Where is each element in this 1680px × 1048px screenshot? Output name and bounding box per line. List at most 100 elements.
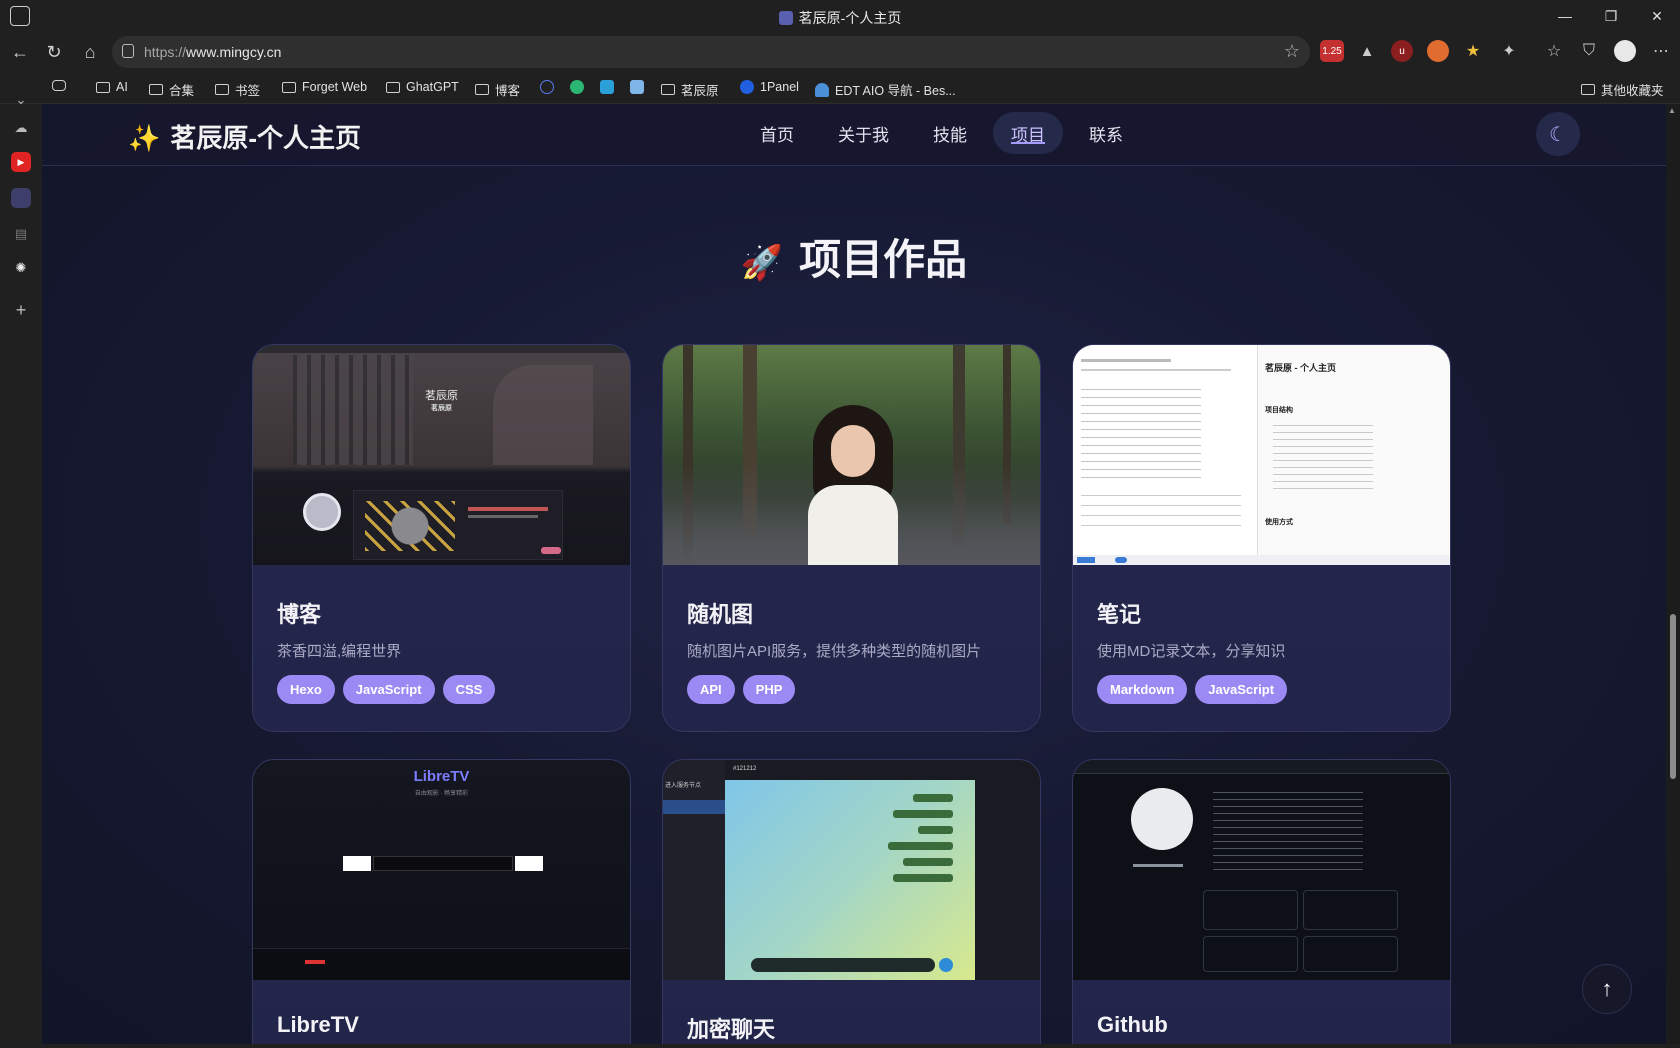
project-tags: Markdown JavaScript [1097,675,1288,704]
folder-icon [96,81,110,93]
bookmark-label: 其他收藏夹 [1601,84,1664,98]
project-card-encrypted-chat[interactable]: 进入服务节点 #121212 加密聊天 [662,759,1041,1044]
bookmark-leaf-icon[interactable] [570,80,584,94]
extension-mountain-icon[interactable]: ▲ [1356,40,1378,62]
site-app-icon[interactable] [11,188,31,208]
web-viewport: ✨ 茗辰原-个人主页 首页 关于我 技能 项目 联系 ☾ 🚀 项目作品 茗辰原 茗辰… [42,104,1666,1044]
extension-fox-icon[interactable] [1427,40,1449,62]
tag-javascript[interactable]: JavaScript [342,675,435,704]
bookmark-tabs-icon[interactable] [52,80,66,91]
minimize-button[interactable]: — [1542,0,1588,32]
bookmark-folder-ghatgpt[interactable]: GhatGPT [386,80,459,94]
bookmark-label: EDT AIO 导航 - Bes... [835,84,956,98]
settings-gear-icon[interactable]: ✺ [11,258,31,278]
scrollbar-thumb[interactable] [1670,614,1676,779]
folder-icon [1581,84,1595,95]
theme-toggle-button[interactable]: ☾ [1536,112,1580,156]
folder-icon [386,81,400,93]
site-logo[interactable]: ✨ 茗辰原-个人主页 [128,118,361,155]
extensions-puzzle-icon[interactable]: ✦ [1498,40,1520,62]
tab-title-text: 茗辰原-个人主页 [798,10,902,26]
address-bar[interactable]: https://www.mingcy.cn ☆ [112,36,1310,68]
bookmark-folder-blog[interactable]: 博客 [475,80,520,99]
site-nav: 首页 关于我 技能 项目 联系 [742,112,1141,154]
more-menu-icon[interactable]: ⋯ [1650,40,1672,62]
nav-projects[interactable]: 项目 [993,112,1063,154]
profile-avatar[interactable] [1614,40,1636,62]
url-host: www.mingcy.cn [186,44,282,60]
favorites-icon[interactable]: ☆ [1543,40,1565,62]
url-text[interactable]: https://www.mingcy.cn [144,44,281,60]
project-card-notes[interactable]: 茗辰原 - 个人主页 项目结构 使用方式 笔记 使用MD记录文本，分享知识 Ma… [1072,344,1451,732]
rocket-icon: 🚀 [740,244,784,282]
nav-about[interactable]: 关于我 [820,112,907,154]
close-window-button[interactable]: ✕ [1634,0,1680,32]
folder-icon [282,81,296,93]
project-tags: Hexo JavaScript CSS [277,675,496,704]
bookmark-folder-bookmarks[interactable]: 书签 [215,80,260,99]
bookmark-edt-aio[interactable]: EDT AIO 导航 - Bes... [815,80,956,99]
arrow-up-icon: ↑ [1601,976,1613,1001]
bookmark-bolt-icon[interactable] [600,80,614,94]
thumb-blog-subtitle: 茗辰原 [431,405,452,412]
project-thumbnail-encrypted-chat: 进入服务节点 #121212 [663,760,1040,980]
tag-javascript[interactable]: JavaScript [1195,675,1288,704]
chevron-down-icon[interactable]: ⌄ [11,90,31,110]
add-icon[interactable]: + [11,300,31,320]
folder-icon [661,84,675,95]
restore-button[interactable]: ❐ [1588,0,1634,32]
tag-css[interactable]: CSS [442,675,496,704]
folder-icon [475,84,489,95]
browser-essentials-icon[interactable]: ⛉ [1578,40,1600,62]
page-scrollbar[interactable]: ▲ [1666,104,1680,1044]
project-card-libretv[interactable]: LibreTV 自由观影 · 畅享精彩 LibreTV [252,759,631,1044]
section-title: 🚀 项目作品 [42,226,1666,287]
workspaces-icon[interactable] [10,6,30,26]
project-name: 笔记 [1097,602,1142,627]
extension-badge-icon[interactable]: 1.25 [1320,40,1344,62]
youtube-icon[interactable]: ▶ [11,152,31,172]
back-icon[interactable]: ← [8,40,32,64]
project-card-github[interactable]: Github [1072,759,1451,1044]
bookmark-label: 书签 [235,84,261,98]
extension-badge-count: 1.25 [1322,45,1342,57]
window-controls: — ❐ ✕ [1542,0,1680,32]
bookmark-folder-forget-web[interactable]: Forget Web [282,80,367,94]
nav-skills[interactable]: 技能 [915,112,985,154]
bookmarks-bar: AI 合集 书签 Forget Web GhatGPT 博客 茗辰原 1Pane… [0,72,1680,104]
project-thumbnail-github [1073,760,1450,980]
bookmark-folder-ai[interactable]: AI [96,80,128,94]
tag-hexo[interactable]: Hexo [277,675,335,704]
project-card-random-image[interactable]: 随机图 随机图片API服务，提供多种类型的随机图片 API PHP [662,344,1041,732]
browser-title-bar: 茗辰原-个人主页 — ❐ ✕ [0,0,1680,32]
extension-star-icon[interactable]: ★ [1462,40,1484,62]
bookmark-folder-collection[interactable]: 合集 [149,80,194,99]
ublock-icon[interactable]: u [1391,40,1413,62]
tag-php[interactable]: PHP [742,675,796,704]
scroll-up-icon[interactable]: ▲ [1668,106,1676,115]
collection-icon[interactable]: ▤ [11,224,31,244]
reload-icon[interactable]: ↻ [42,40,66,64]
tag-markdown[interactable]: Markdown [1097,675,1188,704]
folder-icon [215,84,229,95]
nav-contact[interactable]: 联系 [1071,112,1141,154]
back-to-top-button[interactable]: ↑ [1582,964,1632,1014]
bookmark-label: 合集 [169,84,195,98]
project-tags: API PHP [687,675,796,704]
home-icon[interactable]: ⌂ [78,40,102,64]
lock-icon [122,44,134,58]
project-card-blog[interactable]: 茗辰原 茗辰原 博客 茶香四溢,编程世界 Hexo JavaScript CSS [252,344,631,732]
bookmark-circle-icon[interactable] [540,80,554,94]
bookmark-1panel[interactable]: 1Panel [740,80,799,94]
bookmark-folder-mingcy[interactable]: 茗辰原 [661,80,719,99]
favorite-star-icon[interactable]: ☆ [1284,41,1300,62]
thumb-libretv-subtitle: 自由观影 · 畅享精彩 [414,791,469,797]
cloud-icon[interactable]: ☁ [11,118,31,138]
tag-api[interactable]: API [687,675,735,704]
tab-title: 茗辰原-个人主页 [0,8,1680,28]
bookmark-folder-other[interactable]: 其他收藏夹 [1581,80,1664,99]
project-desc: 使用MD记录文本，分享知识 [1097,643,1286,660]
bookmark-cloud-icon[interactable] [630,80,644,94]
project-name: LibreTV [277,1012,359,1037]
nav-home[interactable]: 首页 [742,112,812,154]
